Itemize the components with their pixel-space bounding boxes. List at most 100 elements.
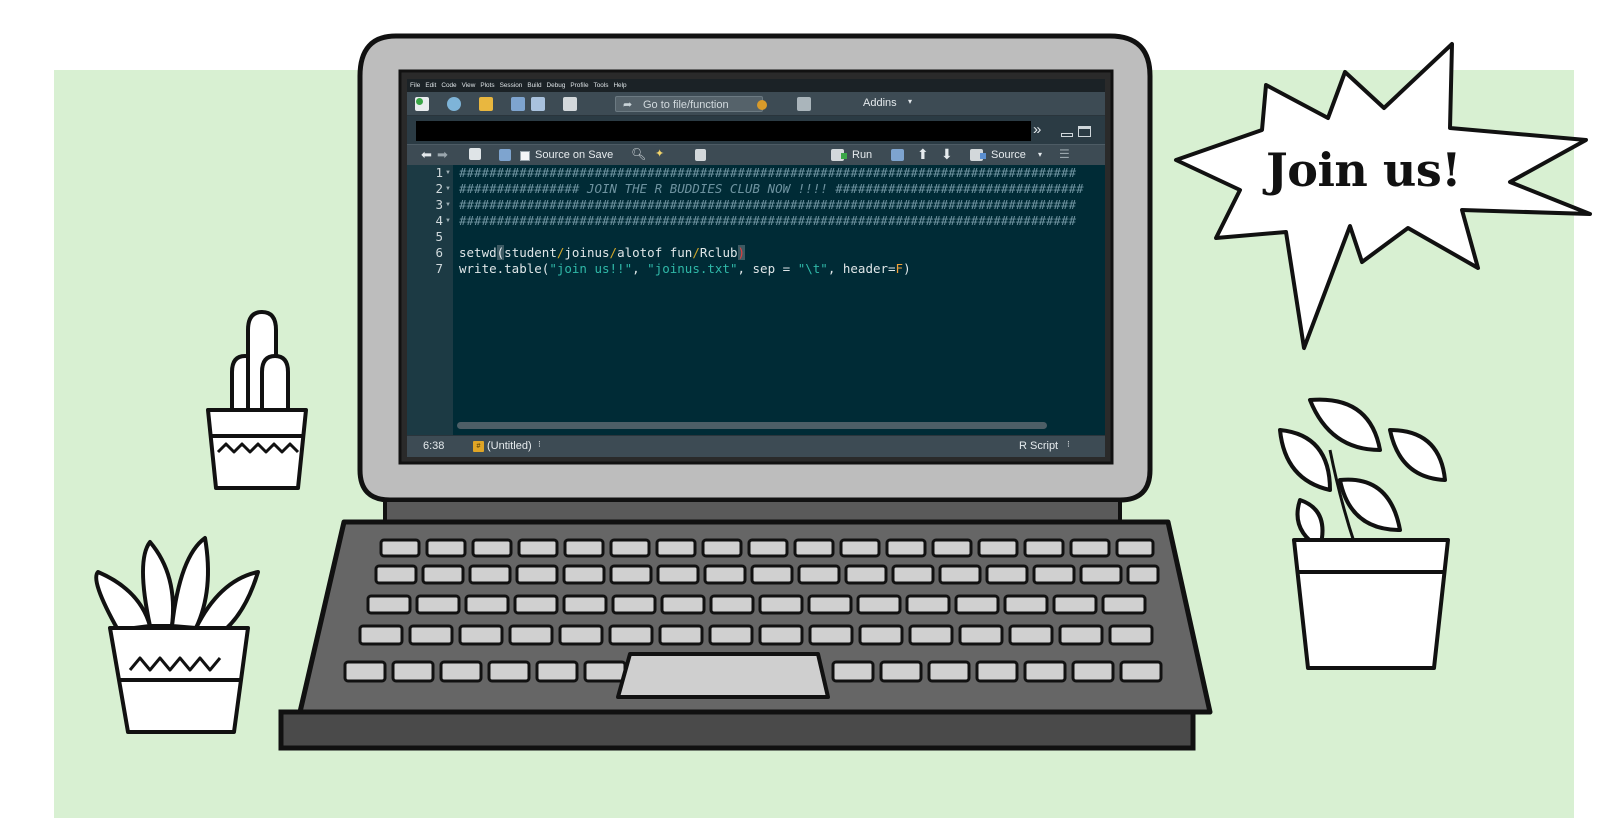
- pothos-plant: [1278, 397, 1450, 670]
- back-arrow-icon[interactable]: ⬅: [421, 147, 432, 163]
- report-icon[interactable]: [695, 149, 706, 161]
- goto-file-function-input[interactable]: ➦ Go to file/function: [615, 96, 763, 112]
- save-all-icon[interactable]: [531, 97, 545, 111]
- laptop-front: [278, 709, 1196, 751]
- cactus-plant: [206, 310, 308, 490]
- comment-title-text: ################ JOIN THE R BUDDIES CLUB…: [459, 181, 1084, 196]
- workspace-panes-icon[interactable]: [797, 97, 811, 111]
- run-button[interactable]: Run: [852, 149, 872, 161]
- minimize-pane-icon[interactable]: [1061, 133, 1073, 137]
- comment-text: ########################################…: [459, 165, 1077, 180]
- editor-toolbar: ⬅ ➡ Source on Save 🔍︎ ✦ Run ⬆ ⬇ Source ▾…: [407, 144, 1105, 165]
- code-punct: ): [903, 261, 911, 276]
- fold-caret-icon[interactable]: ▼: [445, 202, 451, 208]
- up-arrow-icon[interactable]: ⬆: [917, 146, 929, 163]
- source-on-save-checkbox[interactable]: [520, 151, 530, 161]
- code-line-4: ########################################…: [459, 213, 1076, 229]
- string-literal: "\t": [797, 261, 828, 276]
- menu-code[interactable]: Code: [441, 82, 456, 89]
- maximize-pane-icon[interactable]: [1078, 126, 1091, 137]
- redacted-tab-area: [416, 121, 1031, 141]
- cursor-position: 6:38: [423, 440, 445, 452]
- menu-help[interactable]: Help: [613, 82, 626, 89]
- rstudio-window: File Edit Code View Plots Session Build …: [407, 79, 1105, 457]
- scope-caret-icon[interactable]: ⁝: [538, 439, 541, 450]
- string-literal: "join us!!": [549, 261, 633, 276]
- horizontal-scrollbar[interactable]: [457, 422, 1047, 429]
- new-project-icon[interactable]: [447, 97, 461, 111]
- write-fn: write.table(: [459, 261, 550, 276]
- print-icon[interactable]: [563, 97, 577, 111]
- search-icon[interactable]: 🔍︎: [631, 147, 646, 161]
- code-punct: , sep =: [737, 261, 798, 276]
- code-line-3: ########################################…: [459, 197, 1076, 213]
- line-number: 2: [435, 181, 443, 196]
- menu-debug[interactable]: Debug: [547, 82, 566, 89]
- source-icon[interactable]: [970, 149, 986, 161]
- menu-file[interactable]: File: [410, 82, 420, 89]
- document-outline-icon[interactable]: ☰: [1059, 147, 1070, 161]
- line-number: 3: [435, 197, 443, 212]
- setwd-part: student: [504, 245, 557, 260]
- menu-edit[interactable]: Edit: [425, 82, 436, 89]
- show-in-window-icon[interactable]: [469, 148, 481, 160]
- code-line-7: write.table("join us!!", "joinus.txt", s…: [459, 261, 911, 277]
- save-icon[interactable]: [511, 97, 525, 111]
- more-tabs-icon[interactable]: »: [1033, 122, 1041, 137]
- forward-arrow-icon[interactable]: ➡: [437, 147, 448, 163]
- menu-plots[interactable]: Plots: [480, 82, 494, 89]
- code-line-2: ################ JOIN THE R BUDDIES CLUB…: [459, 181, 1084, 197]
- comment-text: ########################################…: [459, 213, 1077, 228]
- setwd-slash: /: [609, 245, 618, 260]
- code-punct: , header=: [827, 261, 896, 276]
- setwd-close-paren: ): [737, 245, 746, 260]
- source-button[interactable]: Source: [991, 149, 1026, 161]
- down-arrow-icon[interactable]: ⬇: [941, 146, 953, 163]
- setwd-part: Rclub: [699, 245, 738, 260]
- menu-profile[interactable]: Profile: [570, 82, 588, 89]
- comment-text: ########################################…: [459, 197, 1077, 212]
- magic-wand-icon[interactable]: ✦: [655, 147, 664, 160]
- line-number: 5: [435, 229, 443, 244]
- string-literal: "joinus.txt": [647, 261, 738, 276]
- new-file-icon[interactable]: [415, 97, 429, 111]
- fold-caret-icon[interactable]: ▼: [445, 218, 451, 224]
- git-icon[interactable]: [757, 100, 767, 110]
- scope-label[interactable]: (Untitled): [487, 440, 532, 452]
- menu-tools[interactable]: Tools: [594, 82, 609, 89]
- setwd-part: joinus: [564, 245, 610, 260]
- fold-caret-icon[interactable]: ▼: [445, 186, 451, 192]
- line-number: 1: [435, 165, 443, 180]
- open-folder-icon[interactable]: [479, 97, 493, 111]
- addins-caret-icon: ▾: [908, 97, 913, 106]
- code-editor[interactable]: 1 2 3 4 5 6 7 ▼ ▼ ▼ ▼ ##################…: [407, 165, 1105, 435]
- constant-literal: F: [895, 261, 904, 276]
- setwd-part: alotof fun: [617, 245, 693, 260]
- menu-build[interactable]: Build: [527, 82, 541, 89]
- fold-caret-icon[interactable]: ▼: [445, 170, 451, 176]
- touchpad: [616, 652, 830, 699]
- main-toolbar: ➦ Go to file/function Addins ▾: [407, 92, 1105, 116]
- file-type-label[interactable]: R Script: [1019, 440, 1058, 452]
- code-punct: ,: [632, 261, 648, 276]
- source-on-save-label: Source on Save: [535, 149, 614, 161]
- goto-arrow-icon: ➦: [623, 99, 633, 111]
- code-line-1: ########################################…: [459, 165, 1076, 181]
- addins-menu[interactable]: Addins: [863, 97, 897, 109]
- menu-bar: File Edit Code View Plots Session Build …: [407, 79, 1105, 92]
- menu-session[interactable]: Session: [500, 82, 523, 89]
- join-us-text: Join us!: [1266, 143, 1461, 197]
- line-number: 4: [435, 213, 443, 228]
- menu-view[interactable]: View: [462, 82, 476, 89]
- line-number: 7: [435, 261, 443, 276]
- run-icon[interactable]: [831, 149, 847, 161]
- goto-label: Go to file/function: [643, 99, 729, 111]
- rerun-icon[interactable]: [891, 149, 904, 161]
- source-caret-icon[interactable]: ▾: [1038, 150, 1042, 159]
- code-line-6: setwd(student/joinus/alotof fun/Rclub): [459, 245, 746, 261]
- setwd-fn: setwd: [459, 245, 497, 260]
- file-type-caret-icon[interactable]: ⁝: [1067, 439, 1070, 450]
- setwd-slash: /: [692, 245, 700, 260]
- editor-tab-bar: »: [407, 116, 1105, 144]
- editor-save-icon[interactable]: [499, 149, 511, 161]
